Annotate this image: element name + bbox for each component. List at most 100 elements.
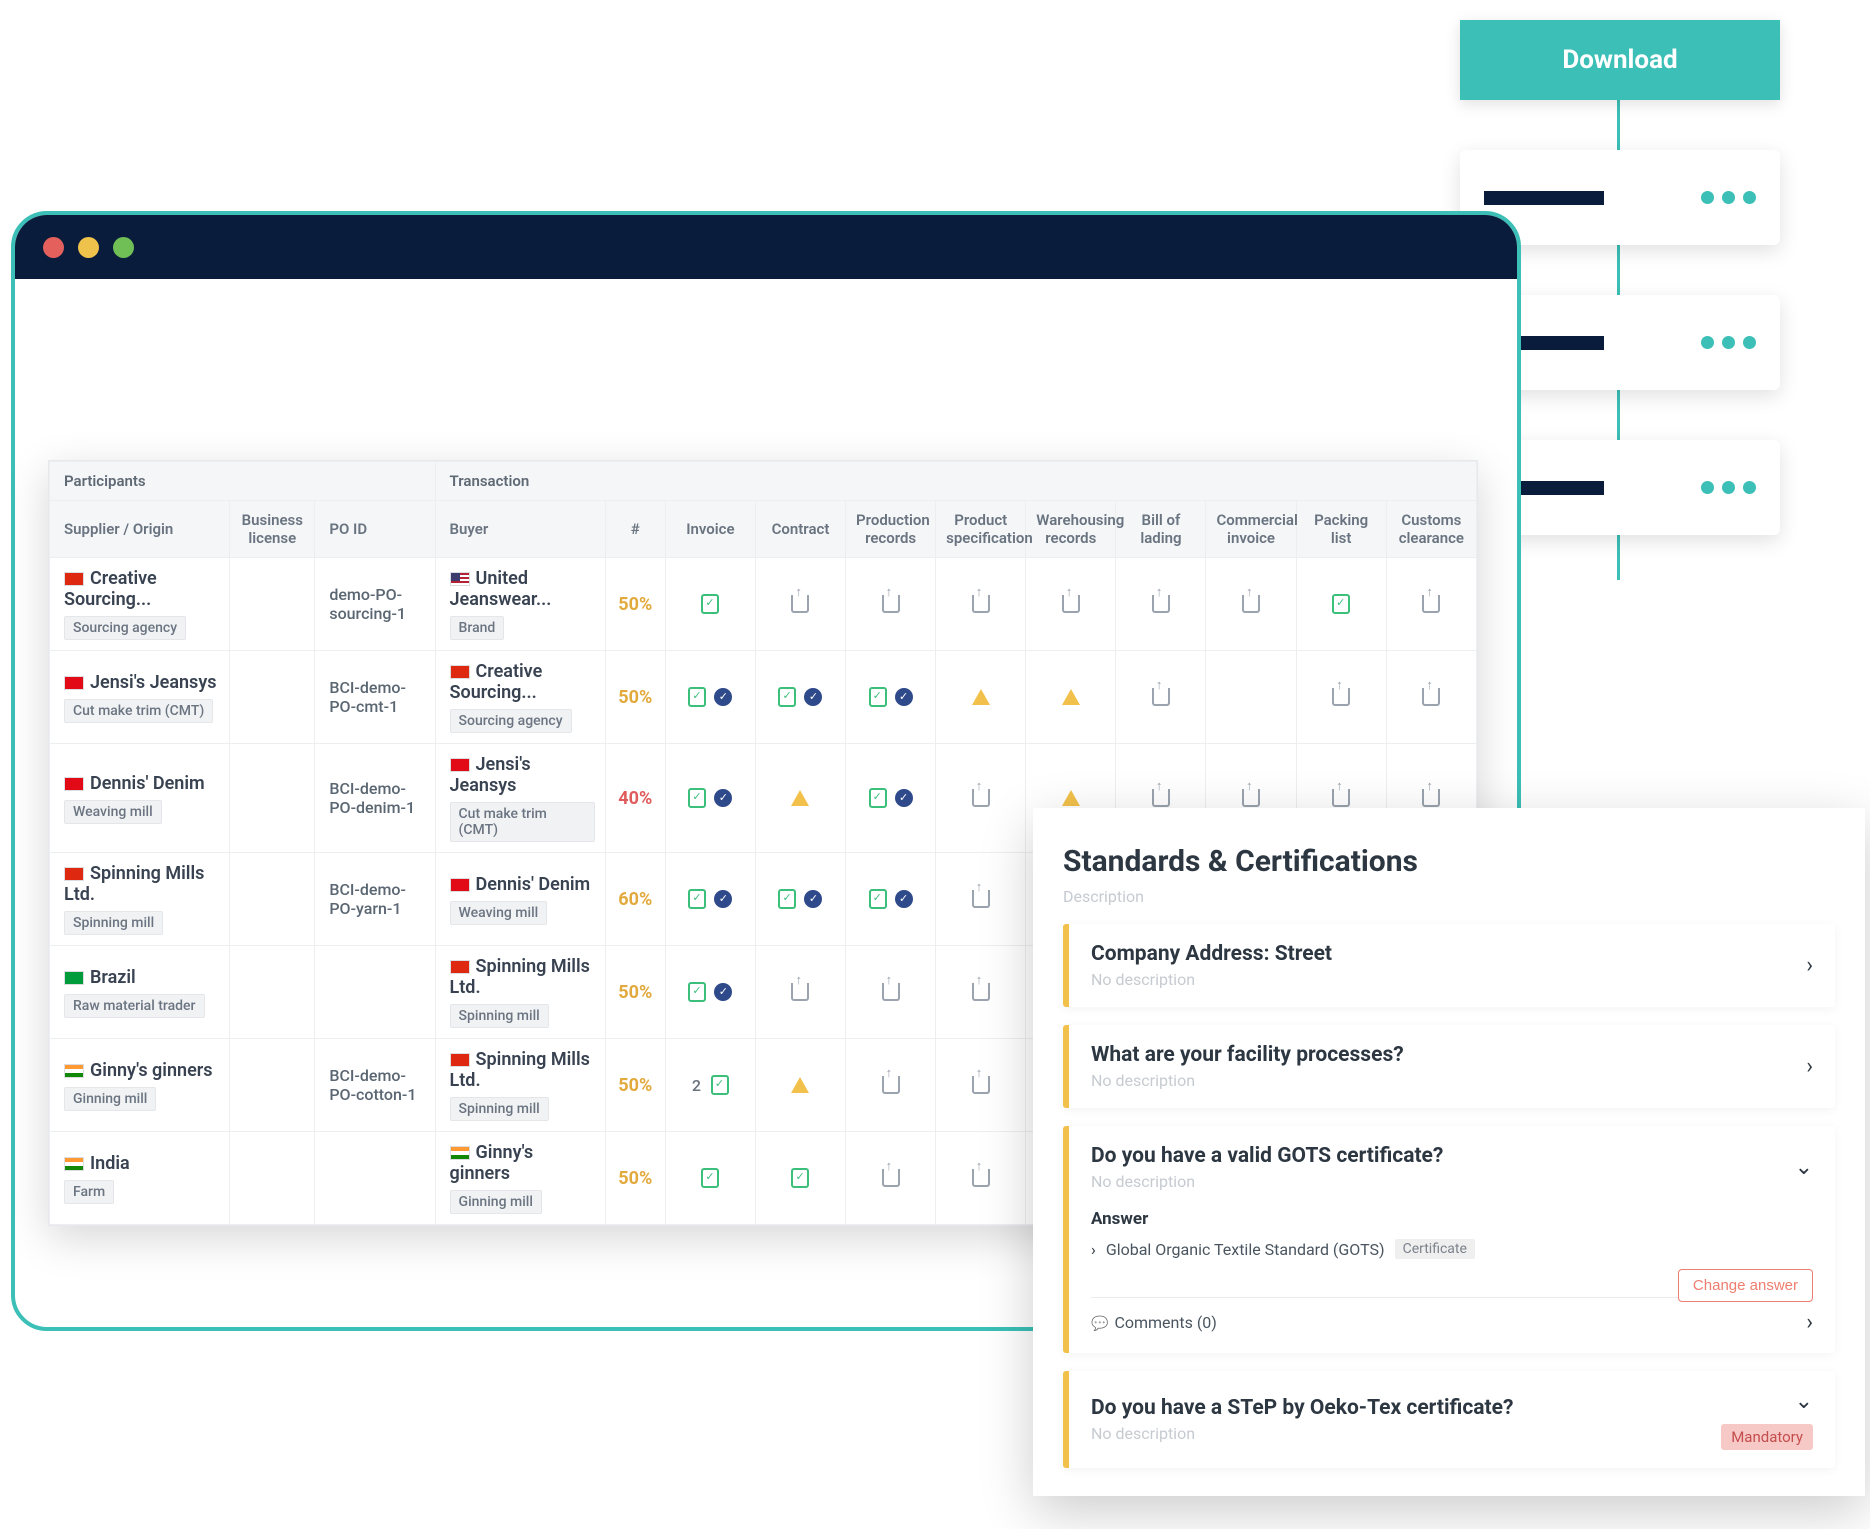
doc-cell[interactable] xyxy=(755,744,845,853)
col-invoice[interactable]: Invoice xyxy=(665,501,755,558)
doc-cell[interactable] xyxy=(665,744,755,853)
col-buyer[interactable]: Buyer xyxy=(435,501,605,558)
document-ok-icon[interactable] xyxy=(688,788,706,808)
document-ok-icon[interactable] xyxy=(778,889,796,909)
col-production-records[interactable]: Production records xyxy=(846,501,936,558)
doc-cell[interactable] xyxy=(665,853,755,946)
document-ok-icon[interactable] xyxy=(791,1168,809,1188)
doc-cell[interactable] xyxy=(846,1039,936,1132)
doc-cell[interactable] xyxy=(936,946,1026,1039)
doc-cell[interactable] xyxy=(936,1132,1026,1225)
document-ok-icon[interactable] xyxy=(1332,594,1350,614)
doc-cell[interactable] xyxy=(665,558,755,651)
document-ok-icon[interactable] xyxy=(869,687,887,707)
doc-cell[interactable] xyxy=(846,558,936,651)
col-warehousing[interactable]: Warehousing records xyxy=(1026,501,1116,558)
doc-cell[interactable] xyxy=(1026,651,1116,744)
upload-icon[interactable] xyxy=(1152,688,1170,706)
doc-cell[interactable] xyxy=(936,651,1026,744)
doc-cell[interactable] xyxy=(846,853,936,946)
document-ok-icon[interactable] xyxy=(869,788,887,808)
doc-cell[interactable] xyxy=(1386,558,1476,651)
doc-cell[interactable] xyxy=(755,946,845,1039)
doc-cell[interactable] xyxy=(936,558,1026,651)
document-ok-icon[interactable] xyxy=(778,687,796,707)
doc-cell[interactable] xyxy=(755,1132,845,1225)
doc-cell[interactable] xyxy=(755,1039,845,1132)
upload-icon[interactable] xyxy=(972,1169,990,1187)
document-ok-icon[interactable] xyxy=(688,889,706,909)
chevron-right-icon[interactable] xyxy=(1806,953,1813,978)
upload-icon[interactable] xyxy=(972,983,990,1001)
col-business-license[interactable]: Business license xyxy=(230,501,315,558)
warning-icon[interactable] xyxy=(1062,689,1080,705)
doc-cell[interactable] xyxy=(936,853,1026,946)
upload-icon[interactable] xyxy=(1422,595,1440,613)
upload-icon[interactable] xyxy=(1422,688,1440,706)
table-row[interactable]: Creative Sourcing...Sourcing agencydemo-… xyxy=(50,558,1477,651)
document-ok-icon[interactable] xyxy=(688,982,706,1002)
upload-icon[interactable] xyxy=(1332,688,1350,706)
traffic-light-min[interactable] xyxy=(78,237,99,258)
upload-icon[interactable] xyxy=(882,983,900,1001)
doc-cell[interactable] xyxy=(846,651,936,744)
question-block[interactable]: Company Address: Street No description xyxy=(1063,924,1835,1007)
upload-icon[interactable] xyxy=(972,890,990,908)
col-packing-list[interactable]: Packing list xyxy=(1296,501,1386,558)
col-contract[interactable]: Contract xyxy=(755,501,845,558)
upload-icon[interactable] xyxy=(1152,595,1170,613)
more-icon[interactable] xyxy=(1701,191,1756,204)
col-bill-of-lading[interactable]: Bill of lading xyxy=(1116,501,1206,558)
doc-cell[interactable] xyxy=(846,1132,936,1225)
download-button[interactable]: Download xyxy=(1460,20,1780,100)
document-ok-icon[interactable] xyxy=(701,594,719,614)
doc-cell[interactable] xyxy=(1026,558,1116,651)
upload-icon[interactable] xyxy=(791,595,809,613)
col-customs-clearance[interactable]: Customs clearance xyxy=(1386,501,1476,558)
doc-cell[interactable] xyxy=(755,651,845,744)
upload-icon[interactable] xyxy=(1062,595,1080,613)
answer-row[interactable]: Global Organic Textile Standard (GOTS) C… xyxy=(1091,1239,1813,1259)
warning-icon[interactable] xyxy=(972,689,990,705)
traffic-light-max[interactable] xyxy=(113,237,134,258)
upload-icon[interactable] xyxy=(1332,789,1350,807)
more-icon[interactable] xyxy=(1701,336,1756,349)
col-product-spec[interactable]: Product specification xyxy=(936,501,1026,558)
more-icon[interactable] xyxy=(1701,481,1756,494)
change-answer-button[interactable]: Change answer xyxy=(1678,1269,1813,1302)
upload-icon[interactable] xyxy=(1152,789,1170,807)
doc-cell[interactable] xyxy=(846,946,936,1039)
upload-icon[interactable] xyxy=(1422,789,1440,807)
document-ok-icon[interactable] xyxy=(869,889,887,909)
doc-cell[interactable] xyxy=(665,651,755,744)
upload-icon[interactable] xyxy=(972,1076,990,1094)
doc-cell[interactable] xyxy=(1116,558,1206,651)
table-row[interactable]: Jensi's JeansysCut make trim (CMT)BCI-de… xyxy=(50,651,1477,744)
doc-cell[interactable] xyxy=(755,853,845,946)
chevron-right-icon[interactable] xyxy=(1806,1054,1813,1079)
col-supplier[interactable]: Supplier / Origin xyxy=(50,501,230,558)
warning-icon[interactable] xyxy=(1062,790,1080,806)
warning-icon[interactable] xyxy=(791,790,809,806)
col-pct[interactable]: # xyxy=(605,501,665,558)
chevron-right-icon[interactable] xyxy=(1806,1310,1813,1335)
upload-icon[interactable] xyxy=(882,1169,900,1187)
upload-icon[interactable] xyxy=(972,595,990,613)
upload-icon[interactable] xyxy=(1242,789,1260,807)
upload-icon[interactable] xyxy=(882,595,900,613)
document-ok-icon[interactable] xyxy=(711,1075,729,1095)
upload-icon[interactable] xyxy=(791,983,809,1001)
warning-icon[interactable] xyxy=(791,1077,809,1093)
doc-cell[interactable] xyxy=(846,744,936,853)
doc-cell[interactable]: 2 xyxy=(665,1039,755,1132)
question-block[interactable]: Do you have a STeP by Oeko-Tex certifica… xyxy=(1063,1371,1835,1468)
traffic-light-close[interactable] xyxy=(43,237,64,258)
doc-cell[interactable] xyxy=(1296,558,1386,651)
chevron-down-icon[interactable] xyxy=(1795,1389,1813,1414)
col-commercial-invoice[interactable]: Commercial invoice xyxy=(1206,501,1296,558)
question-block[interactable]: What are your facility processes? No des… xyxy=(1063,1025,1835,1108)
doc-cell[interactable] xyxy=(936,1039,1026,1132)
upload-icon[interactable] xyxy=(972,789,990,807)
document-ok-icon[interactable] xyxy=(701,1168,719,1188)
upload-icon[interactable] xyxy=(1242,595,1260,613)
